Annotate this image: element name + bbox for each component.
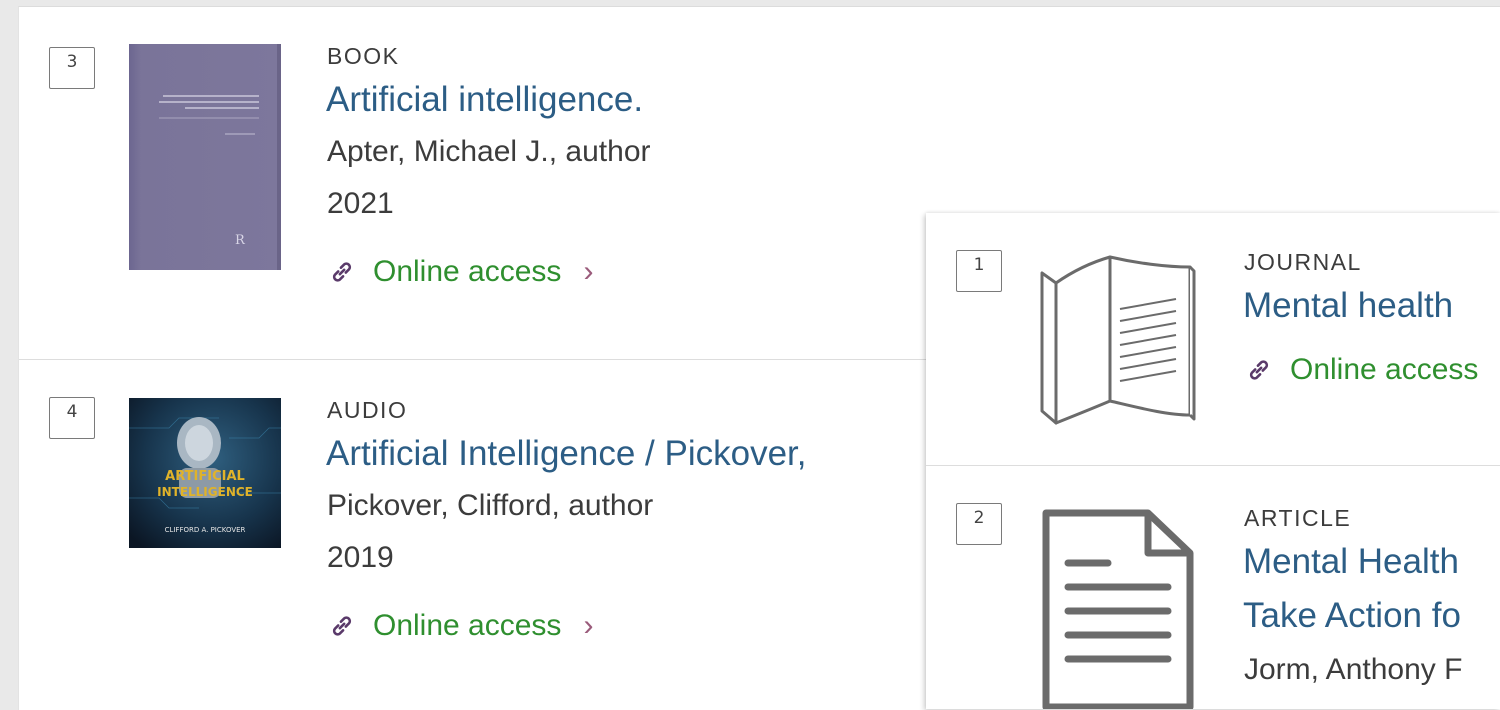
online-access-link[interactable]: Online access › xyxy=(329,255,593,289)
result-author: Jorm, Anthony F xyxy=(1244,653,1463,686)
result-divider xyxy=(926,465,1500,466)
result-author: Pickover, Clifford, author xyxy=(327,489,654,522)
online-access-label: Online access xyxy=(373,609,562,642)
online-access-link[interactable]: Online access xyxy=(1246,353,1478,387)
cover-text: INTELLIGENCE xyxy=(157,485,253,499)
result-title-link[interactable]: Take Action fo xyxy=(1243,596,1461,636)
cover-text: ARTIFICIAL xyxy=(165,469,245,484)
record-number: 1 xyxy=(956,250,1002,292)
resource-type: BOOK xyxy=(327,43,400,69)
link-icon xyxy=(1249,360,1269,380)
article-icon xyxy=(1038,507,1198,709)
result-title-link[interactable]: Mental health xyxy=(1243,286,1453,326)
online-access-link[interactable]: Online access › xyxy=(329,609,593,643)
result-title-link[interactable]: Mental Health xyxy=(1243,542,1459,582)
result-year: 2019 xyxy=(327,541,394,574)
result-title-link[interactable]: Artificial intelligence. xyxy=(326,80,643,120)
link-icon xyxy=(332,616,352,636)
record-number: 3 xyxy=(49,47,95,89)
result-title-link[interactable]: Artificial Intelligence / Pickover, xyxy=(326,434,806,474)
record-number: 4 xyxy=(49,397,95,439)
svg-text:R: R xyxy=(235,233,246,248)
online-access-label: Online access xyxy=(1290,353,1479,386)
resource-type: JOURNAL xyxy=(1244,249,1362,275)
chevron-right-icon: › xyxy=(583,255,594,288)
resource-type: ARTICLE xyxy=(1244,505,1352,531)
book-cover-thumbnail[interactable]: R xyxy=(129,44,281,270)
audio-cover-thumbnail[interactable]: ARTIFICIAL INTELLIGENCE CLIFFORD A. PICK… xyxy=(129,398,281,548)
result-year: 2021 xyxy=(327,187,394,220)
record-number: 2 xyxy=(956,503,1002,545)
online-access-label: Online access xyxy=(373,255,562,288)
result-author: Apter, Michael J., author xyxy=(327,135,651,168)
link-icon xyxy=(332,262,352,282)
resource-type: AUDIO xyxy=(327,397,408,423)
search-results-panel: 1 JOURNAL Mental health Online access 2 … xyxy=(926,213,1500,709)
cover-text: CLIFFORD A. PICKOVER xyxy=(165,526,246,534)
chevron-right-icon: › xyxy=(583,609,594,642)
journal-icon xyxy=(1036,251,1196,427)
